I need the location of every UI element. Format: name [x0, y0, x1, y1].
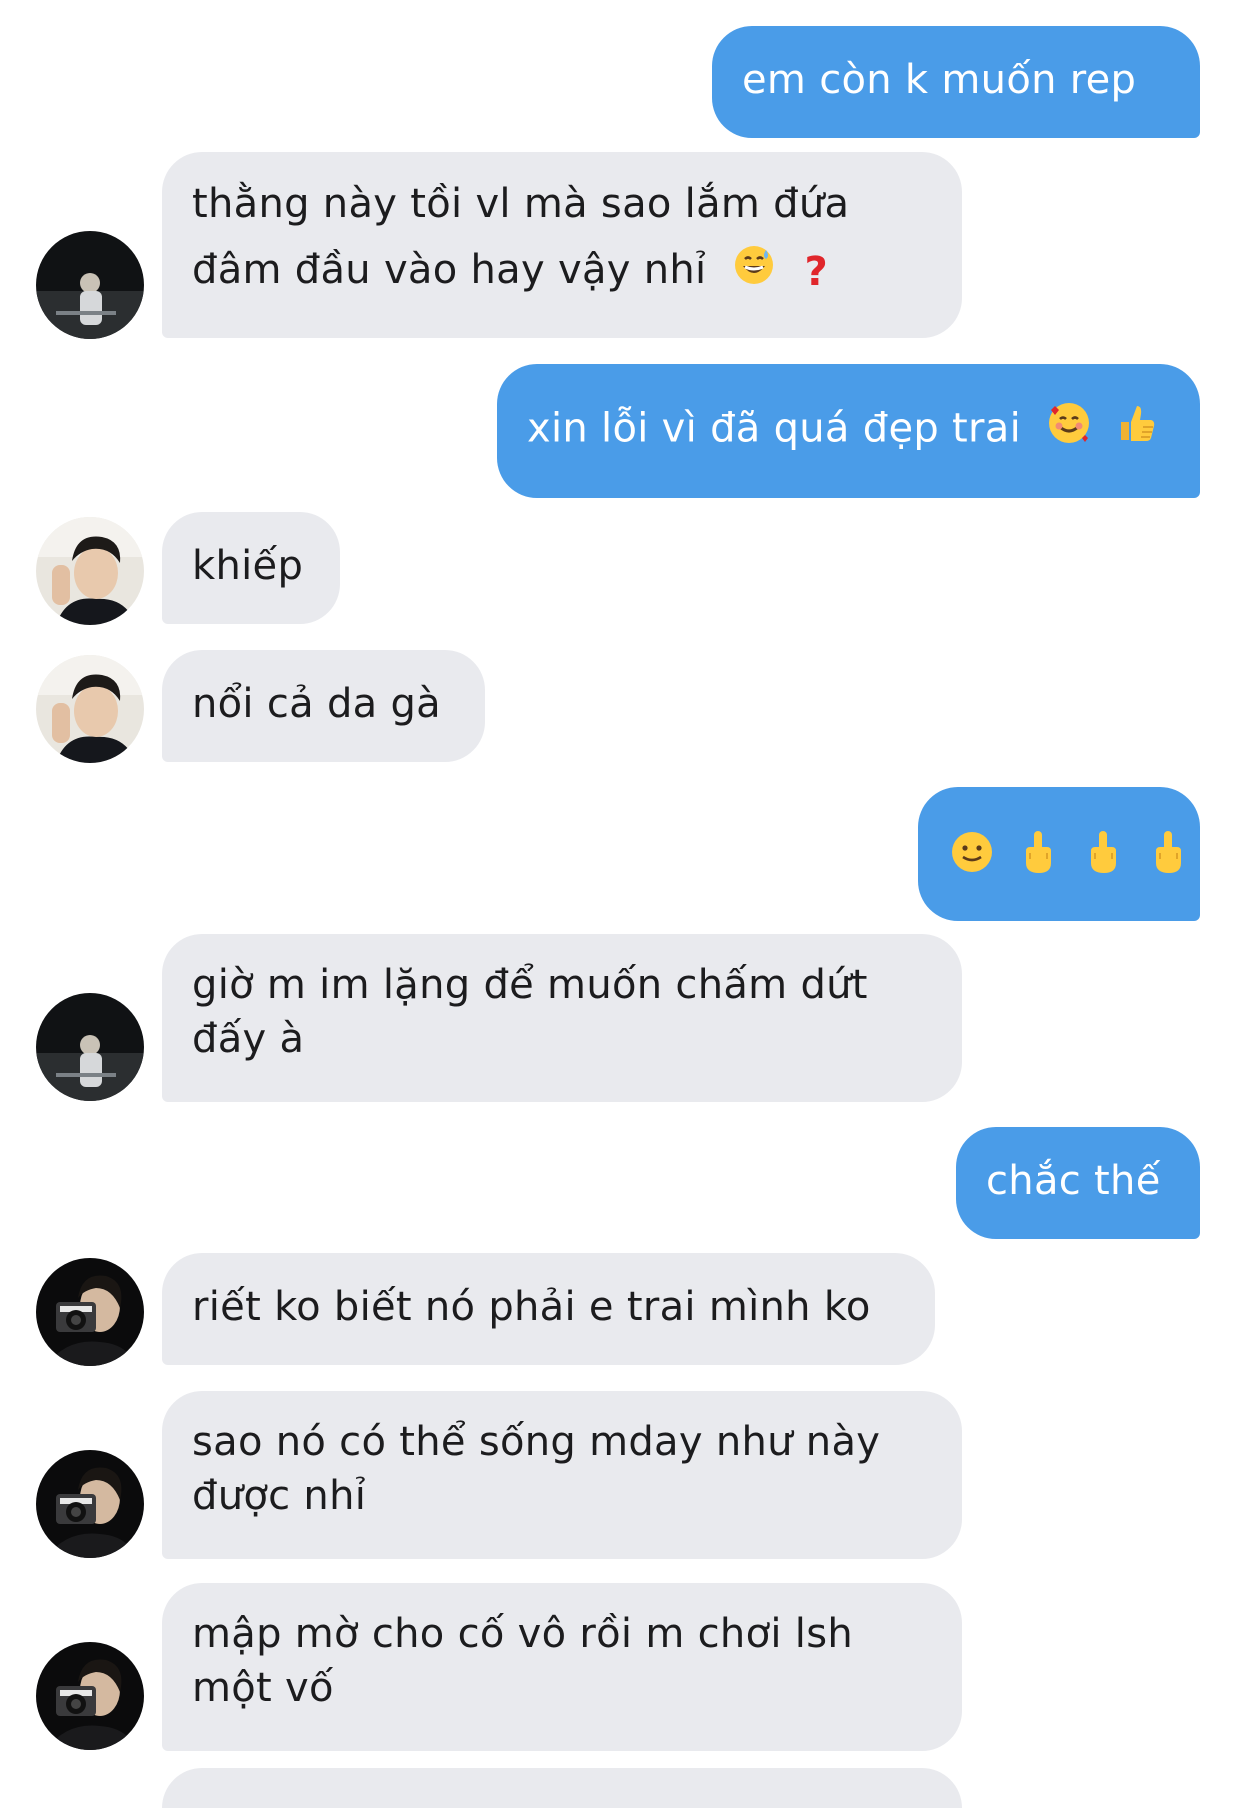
dark-night-avatar[interactable] — [36, 231, 144, 339]
incoming-message[interactable]: thằng này tồi vl mà sao lắm đứa đâm đầu … — [162, 152, 962, 338]
thumbs-up-emoji — [1113, 400, 1159, 461]
incoming-message[interactable]: mập mờ cho cố vô rồi m chơi lsh một vố — [162, 1583, 962, 1751]
message-text: khiếp — [192, 543, 304, 589]
message-text: chắc thế — [986, 1158, 1161, 1204]
grinning-sweat-emoji — [733, 244, 775, 301]
outgoing-message[interactable]: chắc thế — [956, 1127, 1200, 1239]
incoming-message[interactable]: nổi cả da gà — [162, 650, 485, 762]
incoming-message-partial[interactable] — [162, 1768, 962, 1808]
outgoing-message[interactable]: xin lỗi vì đã quá đẹp trai — [497, 364, 1200, 498]
smiling-hearts-emoji — [1046, 400, 1092, 461]
incoming-message[interactable]: riết ko biết nó phải e trai mình ko — [162, 1253, 935, 1365]
middle-finger-emoji — [1151, 829, 1185, 890]
slightly-smiling-emoji — [950, 830, 994, 889]
camera-avatar[interactable] — [36, 1258, 144, 1366]
message-text: riết ko biết nó phải e trai mình ko — [192, 1284, 871, 1330]
message-text: nổi cả da gà — [192, 681, 441, 727]
outgoing-message[interactable]: em còn k muốn rep — [712, 26, 1200, 138]
outgoing-message[interactable] — [918, 787, 1200, 921]
message-text: xin lỗi vì đã quá đẹp trai — [527, 405, 1022, 452]
message-text-line: giờ m im lặng để muốn chấm dứt — [192, 962, 868, 1008]
message-text-line: sao nó có thể sống mday như này — [192, 1419, 881, 1465]
dark-night-avatar[interactable] — [36, 993, 144, 1101]
message-text-line: thằng này tồi vl mà sao lắm đứa — [192, 181, 850, 227]
selfie-avatar[interactable] — [36, 517, 144, 625]
middle-finger-emoji — [1021, 829, 1055, 890]
middle-finger-emoji — [1086, 829, 1120, 890]
incoming-message[interactable]: giờ m im lặng để muốn chấm dứt đấy à — [162, 934, 962, 1102]
message-text-line: đâm đầu vào hay vậy nhỉ ? — [192, 242, 962, 301]
incoming-message[interactable]: sao nó có thể sống mday như này được nhỉ — [162, 1391, 962, 1559]
selfie-avatar[interactable] — [36, 655, 144, 763]
incoming-message[interactable]: khiếp — [162, 512, 340, 624]
message-text-line: đấy à — [192, 1016, 305, 1062]
message-text: em còn k muốn rep — [742, 57, 1137, 103]
message-text-line: một vố — [192, 1665, 334, 1711]
camera-avatar[interactable] — [36, 1450, 144, 1558]
message-text-line: mập mờ cho cố vô rồi m chơi lsh — [192, 1611, 853, 1657]
camera-avatar[interactable] — [36, 1642, 144, 1750]
red-question-mark: ? — [804, 249, 829, 295]
message-text-line: được nhỉ — [192, 1473, 367, 1519]
